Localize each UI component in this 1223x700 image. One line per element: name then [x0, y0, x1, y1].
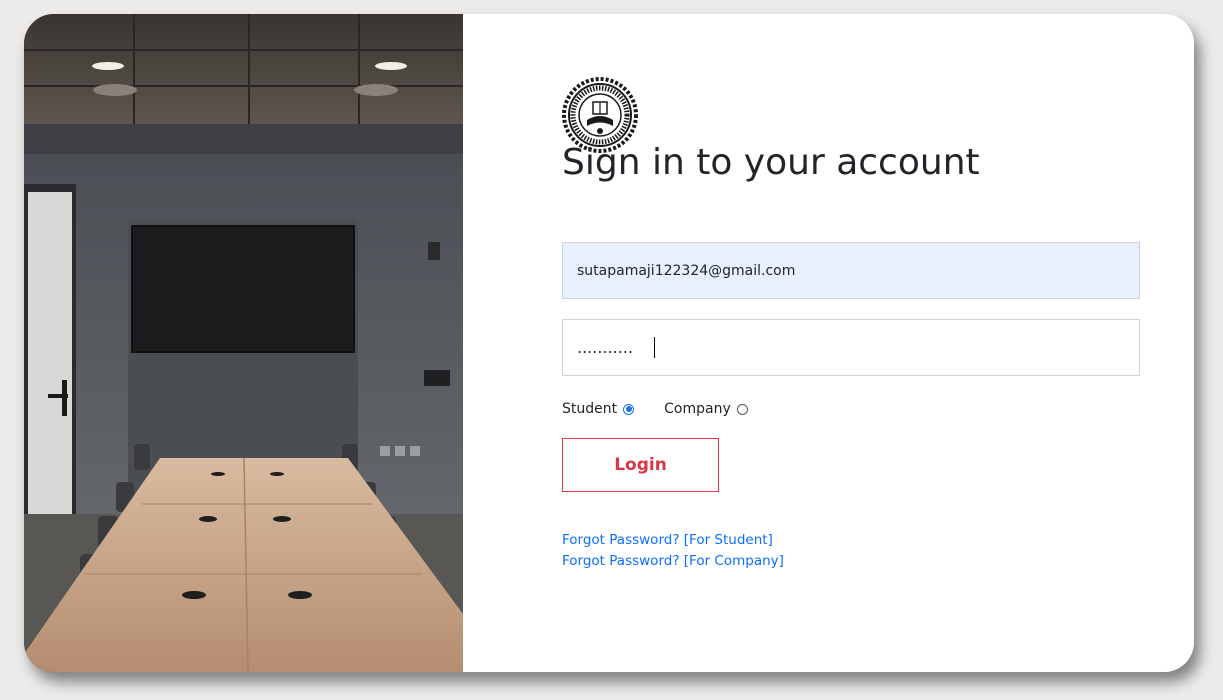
password-input[interactable] — [562, 319, 1140, 376]
conference-room-photo — [24, 14, 463, 672]
email-input[interactable] — [562, 242, 1140, 299]
role-selector: Student Company — [562, 399, 748, 419]
login-button[interactable]: Login — [562, 438, 719, 492]
student-radio-label: Student — [562, 401, 618, 417]
student-radio[interactable] — [623, 403, 635, 415]
company-radio[interactable] — [736, 403, 748, 415]
forgot-password-company-link[interactable]: Forgot Password? [For Company] — [562, 551, 784, 572]
text-caret — [654, 337, 655, 358]
forgot-password-student-link[interactable]: Forgot Password? [For Student] — [562, 530, 784, 551]
login-form-panel: Sign in to your account Student Company … — [463, 14, 1194, 672]
page-title: Sign in to your account — [562, 142, 980, 183]
forgot-password-links: Forgot Password? [For Student] Forgot Pa… — [562, 530, 784, 572]
login-card: Sign in to your account Student Company … — [24, 14, 1194, 672]
company-radio-label: Company — [664, 401, 731, 417]
